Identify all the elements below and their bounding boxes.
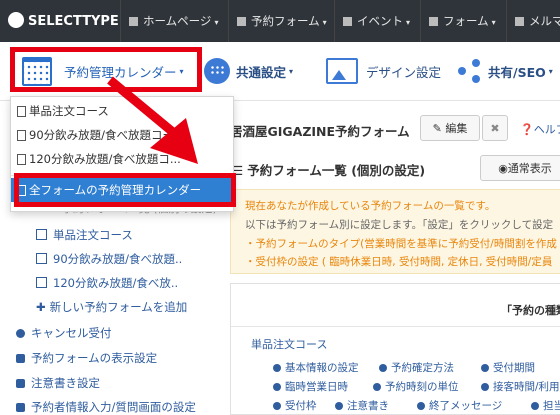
arrow-shaft xyxy=(107,76,183,142)
annotation-arrow xyxy=(107,76,198,164)
